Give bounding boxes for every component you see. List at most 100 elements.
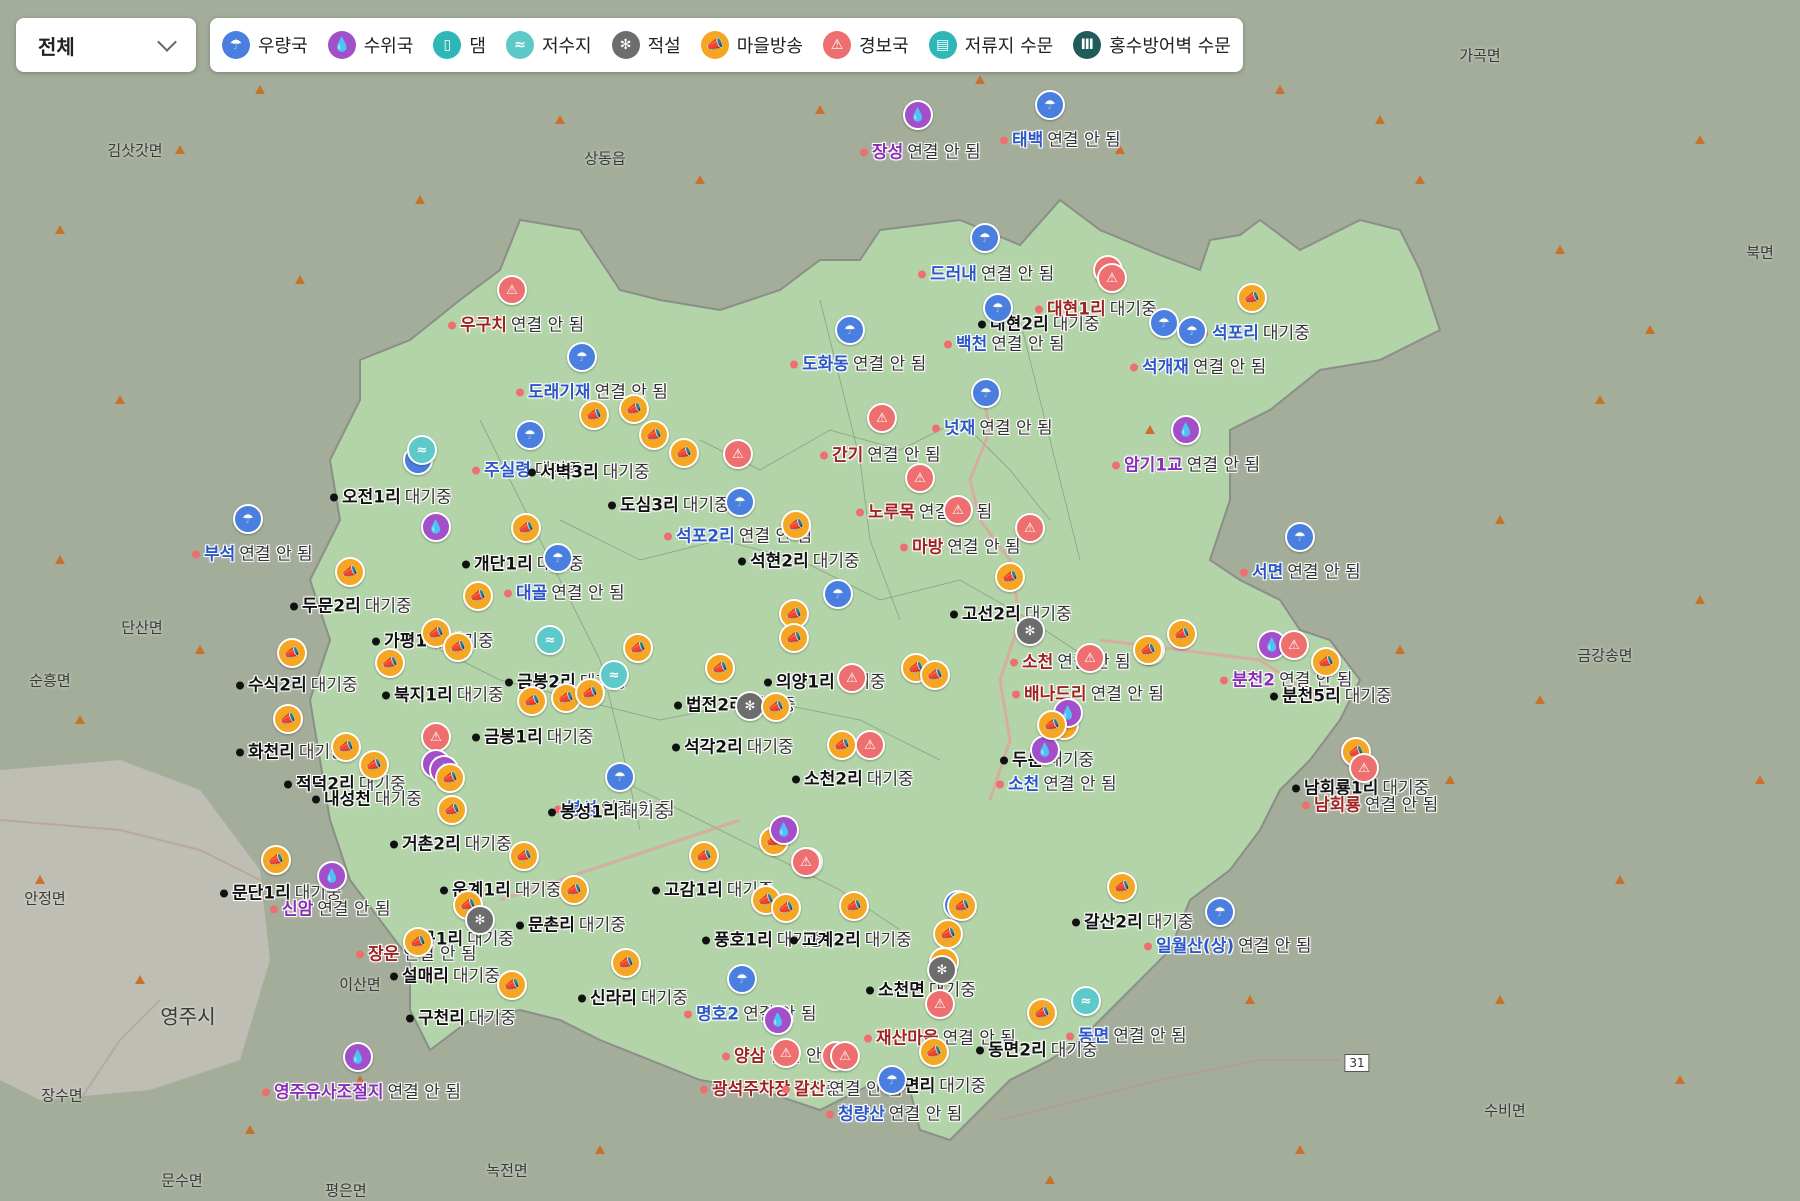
megaphone-icon[interactable]: 📣 xyxy=(277,638,307,668)
warning-icon[interactable]: ⚠ xyxy=(1075,643,1105,673)
station-label[interactable]: 설매리 대기중 xyxy=(390,962,500,987)
station-label[interactable]: 도심3리 대기중 xyxy=(608,491,730,516)
station-label[interactable]: 고계2리 대기중 xyxy=(790,926,912,951)
legend-item-snow[interactable]: ✻ 적설 xyxy=(611,31,681,59)
megaphone-icon[interactable]: 📣 xyxy=(273,704,303,734)
wave-icon[interactable]: ≈ xyxy=(535,625,565,655)
legend-item-water[interactable]: 💧 수위국 xyxy=(327,31,413,59)
station-label[interactable]: 수식2리 대기중 xyxy=(236,671,358,696)
snowflake-icon[interactable]: ✻ xyxy=(927,955,957,985)
megaphone-icon[interactable]: 📣 xyxy=(839,891,869,921)
filter-dropdown[interactable]: 전체 xyxy=(16,18,196,72)
megaphone-icon[interactable]: 📣 xyxy=(1133,635,1163,665)
megaphone-icon[interactable]: 📣 xyxy=(443,632,473,662)
station-label[interactable]: 고선2리 대기중 xyxy=(950,600,1072,625)
umbrella-icon[interactable]: ☂ xyxy=(567,342,597,372)
station-label[interactable]: 분천5리 대기중 xyxy=(1270,682,1392,707)
station-label[interactable]: 우구치 연결 안 됨 xyxy=(448,311,584,336)
warning-icon[interactable]: ⚠ xyxy=(837,663,867,693)
megaphone-icon[interactable]: 📣 xyxy=(517,686,547,716)
umbrella-icon[interactable]: ☂ xyxy=(877,1065,907,1095)
megaphone-icon[interactable]: 📣 xyxy=(463,581,493,611)
warning-icon[interactable]: ⚠ xyxy=(723,439,753,469)
umbrella-icon[interactable]: ☂ xyxy=(1177,316,1207,346)
umbrella-icon[interactable]: ☂ xyxy=(725,487,755,517)
megaphone-icon[interactable]: 📣 xyxy=(1237,283,1267,313)
megaphone-icon[interactable]: 📣 xyxy=(779,623,809,653)
umbrella-icon[interactable]: ☂ xyxy=(983,293,1013,323)
station-label[interactable]: 청량산 연결 안 됨 xyxy=(826,1100,962,1125)
warning-icon[interactable]: ⚠ xyxy=(925,989,955,1019)
water-drop-icon[interactable]: 💧 xyxy=(903,100,933,130)
warning-icon[interactable]: ⚠ xyxy=(905,463,935,493)
station-label[interactable]: 갈산2리 대기중 xyxy=(1072,908,1194,933)
warning-icon[interactable]: ⚠ xyxy=(791,847,821,877)
station-label[interactable]: 석개재 연결 안 됨 xyxy=(1130,353,1266,378)
megaphone-icon[interactable]: 📣 xyxy=(261,845,291,875)
warning-icon[interactable]: ⚠ xyxy=(1015,513,1045,543)
water-drop-icon[interactable]: 💧 xyxy=(317,861,347,891)
umbrella-icon[interactable]: ☂ xyxy=(1205,897,1235,927)
megaphone-icon[interactable]: 📣 xyxy=(827,730,857,760)
station-label[interactable]: 봉성1리 대기중 xyxy=(548,798,670,823)
station-label[interactable]: 배나드리 연결 안 됨 xyxy=(1012,680,1164,705)
water-drop-icon[interactable]: 💧 xyxy=(343,1042,373,1072)
station-label[interactable]: 대골 연결 안 됨 xyxy=(504,579,625,604)
station-label[interactable]: 명호2연결 안 됨 xyxy=(684,1000,816,1025)
megaphone-icon[interactable]: 📣 xyxy=(437,795,467,825)
snowflake-icon[interactable]: ✻ xyxy=(465,905,495,935)
warning-icon[interactable]: ⚠ xyxy=(1349,753,1379,783)
warning-icon[interactable]: ⚠ xyxy=(1097,263,1127,293)
station-label[interactable]: 신암 연결 안 됨 xyxy=(270,895,391,920)
megaphone-icon[interactable]: 📣 xyxy=(1311,647,1341,677)
warning-icon[interactable]: ⚠ xyxy=(855,730,885,760)
station-label[interactable]: 태백 연결 안 됨 xyxy=(1000,126,1121,151)
wave-icon[interactable]: ≈ xyxy=(407,435,437,465)
megaphone-icon[interactable]: 📣 xyxy=(920,660,950,690)
legend-item-flood[interactable]: Ⅲ 홍수방어벽 수문 xyxy=(1073,31,1231,59)
legend-item-gauge[interactable]: ▤ 저류지 수문 xyxy=(928,31,1053,59)
megaphone-icon[interactable]: 📣 xyxy=(559,875,589,905)
megaphone-icon[interactable]: 📣 xyxy=(511,513,541,543)
warning-icon[interactable]: ⚠ xyxy=(771,1038,801,1068)
megaphone-icon[interactable]: 📣 xyxy=(579,400,609,430)
legend-item-dam[interactable]: ▯ 댐 xyxy=(433,31,486,59)
umbrella-icon[interactable]: ☂ xyxy=(971,378,1001,408)
umbrella-icon[interactable]: ☂ xyxy=(823,579,853,609)
megaphone-icon[interactable]: 📣 xyxy=(435,763,465,793)
megaphone-icon[interactable]: 📣 xyxy=(919,1037,949,1067)
megaphone-icon[interactable]: 📣 xyxy=(689,841,719,871)
megaphone-icon[interactable]: 📣 xyxy=(771,893,801,923)
megaphone-icon[interactable]: 📣 xyxy=(1037,710,1067,740)
station-label[interactable]: 서벽3리 대기중 xyxy=(528,458,650,483)
station-label[interactable]: 화천리 대기중 xyxy=(236,738,346,763)
station-label[interactable]: 신라리 대기중 xyxy=(578,984,688,1009)
station-label[interactable]: 남회룡 연결 안 됨 xyxy=(1302,791,1438,816)
water-drop-icon[interactable]: 💧 xyxy=(763,1005,793,1035)
station-label[interactable]: 의양1리대기중 xyxy=(764,668,886,693)
megaphone-icon[interactable]: 📣 xyxy=(933,919,963,949)
megaphone-icon[interactable]: 📣 xyxy=(1107,872,1137,902)
umbrella-icon[interactable]: ☂ xyxy=(727,964,757,994)
warning-icon[interactable]: ⚠ xyxy=(1279,630,1309,660)
megaphone-icon[interactable]: 📣 xyxy=(611,948,641,978)
megaphone-icon[interactable]: 📣 xyxy=(947,891,977,921)
station-label[interactable]: 금봉1리 대기중 xyxy=(472,723,594,748)
station-label[interactable]: 장성 연결 안 됨 xyxy=(860,138,981,163)
station-label[interactable]: 석현2리 대기중 xyxy=(738,547,860,572)
legend-item-rain[interactable]: ☂ 우량국 xyxy=(222,31,308,59)
megaphone-icon[interactable]: 📣 xyxy=(995,562,1025,592)
station-label[interactable]: 소천연결 안 됨 xyxy=(996,770,1117,795)
megaphone-icon[interactable]: 📣 xyxy=(331,732,361,762)
station-label[interactable]: 마방 연결 안 됨 xyxy=(900,533,1021,558)
station-label[interactable]: 일월산(상) 연결 안 됨 xyxy=(1144,932,1311,957)
station-label[interactable]: 거촌2리 대기중 xyxy=(390,830,512,855)
megaphone-icon[interactable]: 📣 xyxy=(575,678,605,708)
umbrella-icon[interactable]: ☂ xyxy=(543,543,573,573)
umbrella-icon[interactable]: ☂ xyxy=(1285,522,1315,552)
legend-item-warn[interactable]: ⚠ 경보국 xyxy=(823,31,909,59)
water-drop-icon[interactable]: 💧 xyxy=(421,512,451,542)
megaphone-icon[interactable]: 📣 xyxy=(403,927,433,957)
station-label[interactable]: 소천2리 대기중 xyxy=(792,765,914,790)
megaphone-icon[interactable]: 📣 xyxy=(761,692,791,722)
